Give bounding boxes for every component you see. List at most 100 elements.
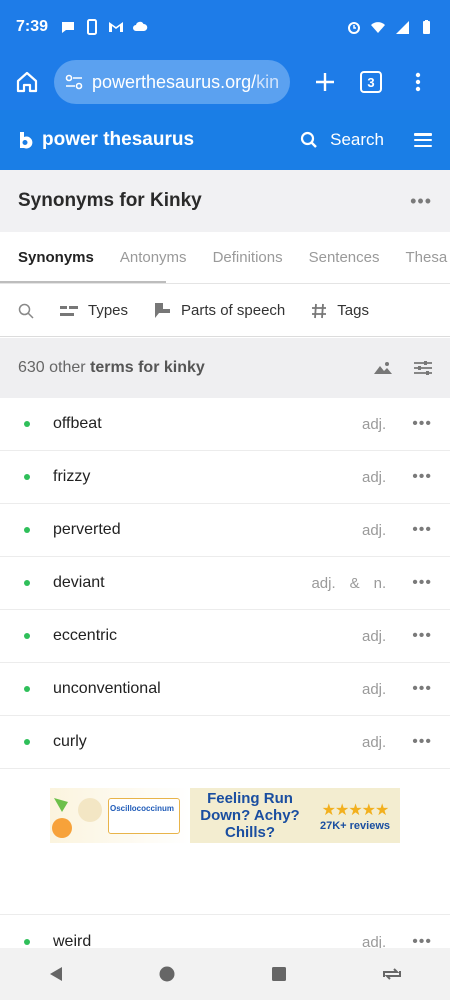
list-item[interactable]: unconventional adj. ••• xyxy=(0,663,450,716)
term-pos: adj. xyxy=(362,521,387,539)
terms-count-prefix: 630 other xyxy=(18,359,86,376)
filter-search-button[interactable] xyxy=(18,303,34,319)
term-word[interactable]: deviant xyxy=(53,574,311,592)
site-logo-text[interactable]: power thesaurus xyxy=(42,129,194,151)
term-pos-joiner: & xyxy=(349,574,360,592)
ad-rating: ★★★★★ 27K+ reviews xyxy=(310,800,400,832)
list-item[interactable]: eccentric adj. ••• xyxy=(0,610,450,663)
hashtag-icon xyxy=(312,303,327,318)
filter-parts-of-speech-label: Parts of speech xyxy=(181,302,286,319)
list-item[interactable]: offbeat adj. ••• xyxy=(0,398,450,451)
tab-bar: Synonyms Antonyms Definitions Sentences … xyxy=(0,232,450,284)
chat-icon xyxy=(62,22,75,33)
tab-synonyms[interactable]: Synonyms xyxy=(0,232,166,283)
term-pos-1: adj. xyxy=(311,574,336,592)
filter-tags-button[interactable]: Tags xyxy=(311,302,369,319)
home-icon xyxy=(16,71,38,93)
wifi-icon xyxy=(371,22,385,33)
home-circle-icon[interactable] xyxy=(158,965,176,983)
term-pos: adj. xyxy=(362,627,387,645)
tab-thesaurus[interactable]: Thesa xyxy=(393,232,450,283)
more-vert-icon xyxy=(415,72,421,92)
recents-icon[interactable] xyxy=(270,965,288,983)
ad-stars: ★★★★★ xyxy=(321,801,390,819)
status-bar: 7:39 xyxy=(0,0,450,54)
term-word[interactable]: eccentric xyxy=(53,627,362,645)
search-icon xyxy=(301,131,317,148)
home-button[interactable] xyxy=(10,65,44,99)
phone-icon xyxy=(87,19,98,35)
list-item[interactable]: deviant adj. & n. ••• xyxy=(0,557,450,610)
signal-icon xyxy=(396,21,409,34)
ad-headline: Feeling Run Down? Achy? Chills? xyxy=(200,790,300,841)
browser-menu-button[interactable] xyxy=(408,65,428,99)
list-item[interactable]: curly adj. ••• xyxy=(0,716,450,769)
more-icon[interactable]: ••• xyxy=(412,680,432,698)
hamburger-menu-icon[interactable] xyxy=(414,133,432,147)
term-word[interactable]: frizzy xyxy=(53,468,362,486)
new-tab-button[interactable] xyxy=(308,65,342,99)
search-icon xyxy=(18,303,34,319)
site-settings-icon xyxy=(65,74,83,90)
ad-brand: Oscillococcinum xyxy=(110,804,175,813)
term-word[interactable]: offbeat xyxy=(53,415,362,433)
bullet-icon xyxy=(24,739,30,745)
filter-settings-icon[interactable] xyxy=(414,360,432,376)
filter-parts-of-speech-button[interactable]: Parts of speech xyxy=(154,302,285,319)
terms-count: 630 other terms for kinky xyxy=(18,359,205,377)
logo-icon[interactable] xyxy=(18,131,34,149)
term-pos: adj. & n. xyxy=(311,575,386,592)
count-band: 630 other terms for kinky xyxy=(0,338,450,398)
more-icon[interactable]: ••• xyxy=(412,627,432,645)
term-pos: adj. xyxy=(362,468,387,486)
alarm-icon xyxy=(348,22,360,34)
bullet-icon xyxy=(24,474,30,480)
title-more-icon[interactable]: ••• xyxy=(410,191,432,212)
filter-tags-label: Tags xyxy=(337,302,369,319)
search-label: Search xyxy=(330,130,384,149)
terms-count-suffix: terms for kinky xyxy=(90,359,205,376)
filter-types-button[interactable]: Types xyxy=(60,302,128,319)
more-icon[interactable]: ••• xyxy=(412,574,432,592)
gmail-icon xyxy=(109,22,124,32)
bullet-icon xyxy=(24,421,30,427)
bullet-icon xyxy=(24,633,30,639)
bullet-icon xyxy=(24,939,30,945)
ad-product-image: Oscillococcinum xyxy=(50,788,190,843)
image-view-icon[interactable] xyxy=(374,361,392,375)
term-word[interactable]: unconventional xyxy=(53,680,362,698)
tab-antonyms[interactable]: Antonyms xyxy=(107,232,200,283)
list-item[interactable]: frizzy adj. ••• xyxy=(0,451,450,504)
tab-definitions[interactable]: Definitions xyxy=(200,232,296,283)
system-nav-bar xyxy=(0,948,450,1000)
url-main: powerthesaurus.org/ xyxy=(92,71,257,92)
address-bar[interactable]: powerthesaurus.org/kinl xyxy=(54,60,290,104)
back-icon[interactable] xyxy=(47,965,65,983)
more-icon[interactable]: ••• xyxy=(412,733,432,751)
bullet-icon xyxy=(24,686,30,692)
synonym-list: offbeat adj. ••• frizzy adj. ••• pervert… xyxy=(0,398,450,769)
rotate-icon[interactable] xyxy=(381,965,403,983)
cloud-icon xyxy=(133,21,148,31)
list-item[interactable]: perverted adj. ••• xyxy=(0,504,450,557)
url-text: powerthesaurus.org/kinl xyxy=(92,72,280,93)
ad-container: Oscillococcinum Feeling Run Down? Achy? … xyxy=(0,771,450,915)
url-rest: kinl xyxy=(256,71,280,92)
ad-banner[interactable]: Oscillococcinum Feeling Run Down? Achy? … xyxy=(50,788,400,843)
tab-sentences[interactable]: Sentences xyxy=(296,232,393,283)
search-button[interactable]: Search xyxy=(300,130,384,150)
tab-switcher-button[interactable]: 3 xyxy=(360,71,382,93)
ad-reviews: 27K+ reviews xyxy=(319,819,391,832)
bullet-icon xyxy=(24,580,30,586)
term-pos: adj. xyxy=(362,680,387,698)
term-word[interactable]: perverted xyxy=(53,521,362,539)
filter-types-label: Types xyxy=(88,302,129,319)
plus-icon xyxy=(316,73,334,91)
page-title: Synonyms for Kinky xyxy=(18,190,202,211)
browser-toolbar: powerthesaurus.org/kinl 3 xyxy=(0,54,450,110)
term-word[interactable]: curly xyxy=(53,733,362,751)
more-icon[interactable]: ••• xyxy=(412,415,432,433)
more-icon[interactable]: ••• xyxy=(412,521,432,539)
parts-of-speech-icon xyxy=(155,303,171,318)
more-icon[interactable]: ••• xyxy=(412,468,432,486)
